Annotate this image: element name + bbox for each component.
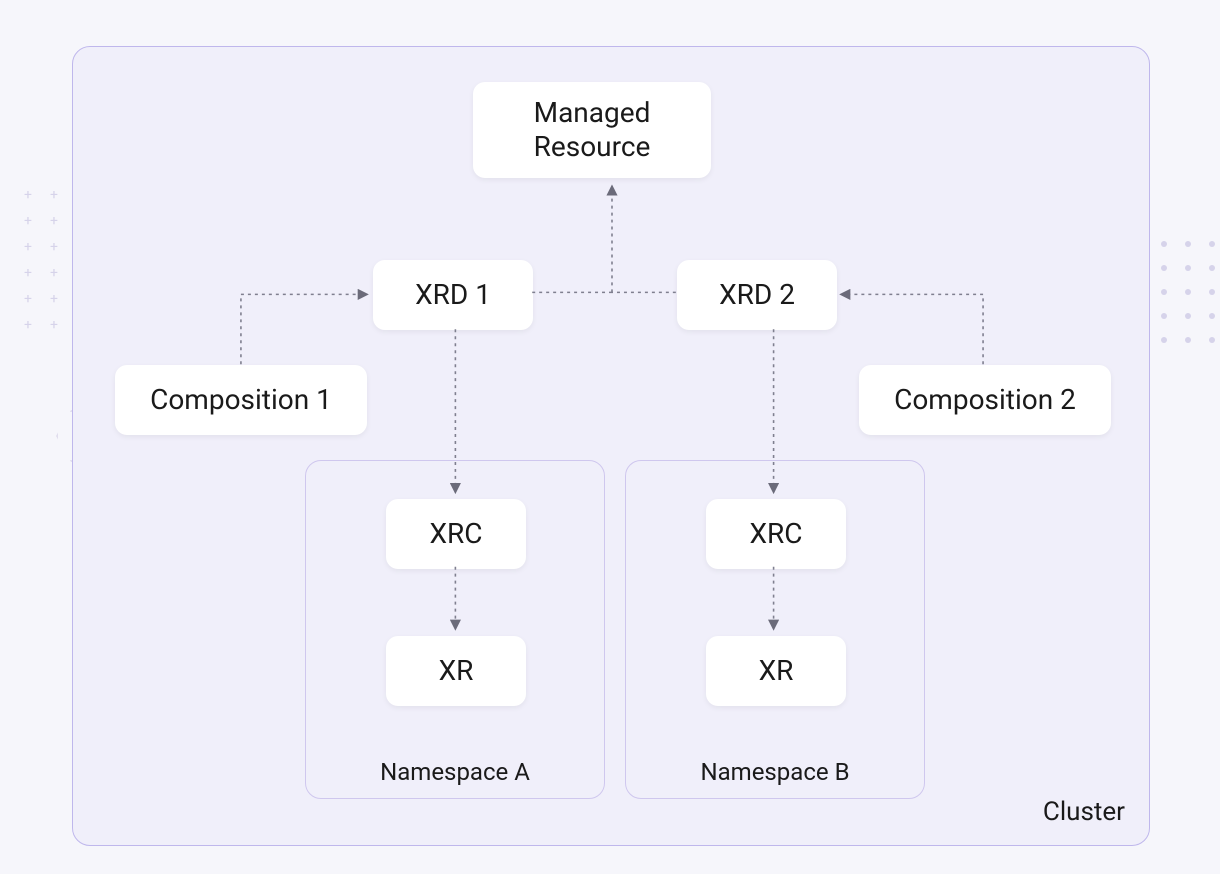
node-composition-1: Composition 1 — [115, 365, 367, 435]
node-xrd-2: XRD 2 — [677, 260, 837, 330]
node-xrc-a: XRC — [386, 499, 526, 569]
node-xr-a: XR — [386, 636, 526, 706]
node-composition-2: Composition 2 — [859, 365, 1111, 435]
namespace-a-frame: XRC XR Namespace A — [305, 460, 605, 799]
cluster-frame: Cluster Managed Resource XRD 1 XRD 2 Com… — [72, 46, 1150, 846]
node-xrc-b: XRC — [706, 499, 846, 569]
node-xr-b: XR — [706, 636, 846, 706]
node-managed-resource: Managed Resource — [473, 82, 711, 178]
namespace-a-label: Namespace A — [306, 758, 604, 786]
node-xrd-1: XRD 1 — [373, 260, 533, 330]
namespace-b-label: Namespace B — [626, 758, 924, 786]
namespace-b-frame: XRC XR Namespace B — [625, 460, 925, 799]
cluster-label: Cluster — [1043, 797, 1125, 827]
